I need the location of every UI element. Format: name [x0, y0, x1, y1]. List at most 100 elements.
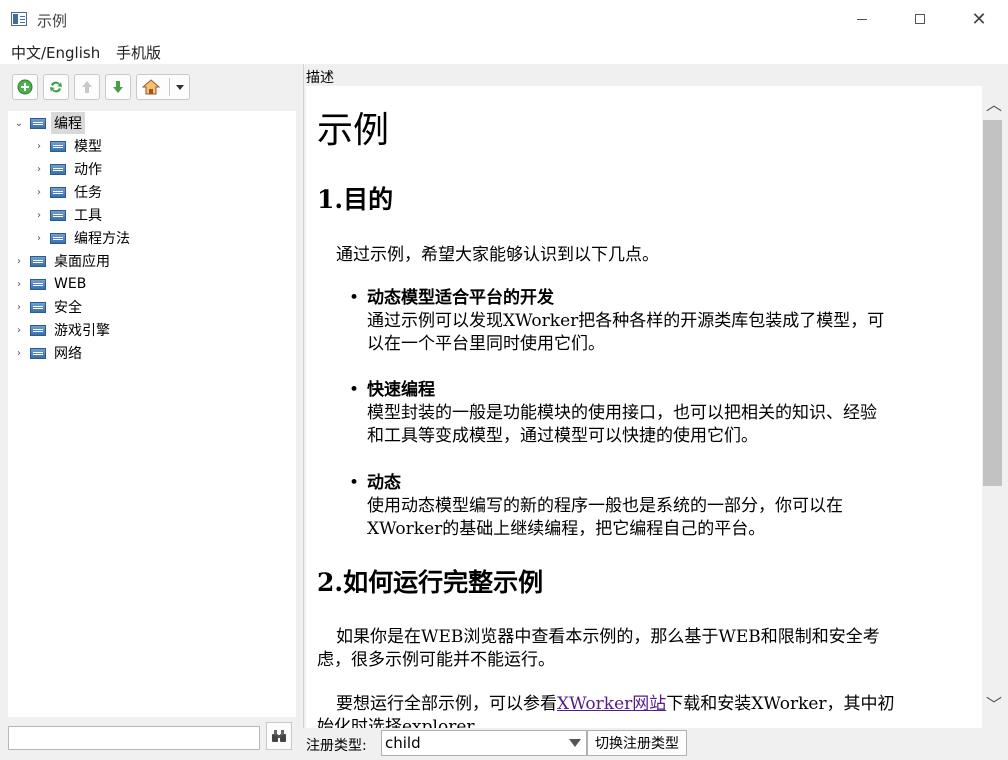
chevron-right-icon[interactable]: ›	[32, 181, 46, 203]
title-bar: 示例 ✕	[0, 0, 1008, 38]
tree-item-label: 任务	[74, 185, 102, 201]
register-type-label: 注册类型:	[306, 738, 367, 754]
html-file-icon	[50, 163, 66, 175]
bullet-item: • 动态 使用动态模型编写的新的程序一般也是系统的一部分，你可以在 XWorke…	[349, 472, 843, 541]
chevron-down-icon[interactable]: ⌄	[12, 112, 26, 134]
move-up-button[interactable]	[74, 74, 100, 100]
document: 示例 1.目的 通过示例，希望大家能够认识到以下几点。 • 动态模型适合平台的开…	[317, 86, 967, 728]
home-button-separator	[169, 78, 170, 96]
chevron-right-icon[interactable]: ›	[32, 204, 46, 226]
html-file-icon	[30, 347, 46, 359]
run-text: 下载和安装XWorker，其中初	[666, 694, 895, 714]
run-paragraph-line: 如果你是在WEB浏览器中查看本示例的，那么基于WEB和限制和安全考	[336, 627, 880, 647]
tree-item-label: 动作	[74, 162, 102, 178]
refresh-button[interactable]	[43, 74, 69, 100]
html-file-icon	[30, 255, 46, 267]
tree-item-label: 工具	[74, 208, 102, 224]
tree-item-label: 游戏引擎	[54, 323, 110, 339]
chevron-right-icon[interactable]: ›	[12, 319, 26, 341]
move-down-button[interactable]	[105, 74, 131, 100]
chevron-right-icon[interactable]: ›	[12, 250, 26, 272]
tree-item[interactable]: › 桌面应用	[12, 250, 113, 272]
bullet-title: 动态模型适合平台的开发	[367, 288, 554, 308]
scroll-down-icon[interactable]: ﹀	[985, 695, 1003, 714]
bullet-text: 通过示例可以发现XWorker把各种各样的开源类库包装成了模型，可	[367, 311, 885, 331]
switch-register-type-button[interactable]: 切换注册类型	[587, 730, 687, 756]
html-file-icon	[30, 278, 46, 290]
bottom-bar: 注册类型: child 切换注册类型	[304, 728, 1008, 760]
tree-item[interactable]: › WEB	[12, 273, 89, 295]
tree-item-root[interactable]: ⌄ 编程	[12, 112, 85, 134]
minimize-button[interactable]	[833, 0, 891, 38]
tree-item[interactable]: › 安全	[12, 296, 85, 318]
tree-item-label: 编程方法	[74, 231, 130, 247]
content-scrollbar[interactable]: ︿ ﹀	[982, 86, 1006, 728]
chevron-down-icon[interactable]	[176, 85, 184, 90]
chevron-right-icon[interactable]: ›	[32, 158, 46, 180]
bullet-title: 快速编程	[367, 380, 435, 400]
chevron-right-icon[interactable]: ›	[32, 227, 46, 249]
tree-item[interactable]: › 网络	[12, 342, 85, 364]
app-icon	[11, 12, 27, 26]
register-type-select[interactable]: child	[381, 730, 587, 756]
description-label: 描述	[306, 70, 334, 86]
bullet-text: XWorker的基础上继续编程，把它编程自己的平台。	[367, 519, 766, 539]
tree-item[interactable]: › 工具	[32, 204, 105, 226]
close-button[interactable]: ✕	[950, 0, 1008, 38]
html-file-icon	[50, 232, 66, 244]
scroll-up-icon[interactable]: ︿	[985, 95, 1003, 114]
tree-item-label: 桌面应用	[54, 254, 110, 270]
bullet-title: 动态	[367, 473, 401, 493]
tree-view[interactable]: ⌄ 编程 › 模型 › 动作 › 任务 › 工具 › 编程方法 › 桌面应用 ›…	[8, 111, 296, 717]
arrow-down-icon	[113, 81, 123, 93]
chevron-right-icon[interactable]: ›	[12, 342, 26, 364]
menu-bar: 中文/English 手机版	[0, 38, 1008, 64]
intro-paragraph: 通过示例，希望大家能够认识到以下几点。	[336, 245, 659, 265]
bullet-icon: •	[349, 380, 360, 400]
search-button[interactable]	[266, 722, 292, 750]
bullet-item: • 快速编程 模型封装的一般是功能模块的使用接口，也可以把相关的知识、经验 和工…	[349, 379, 877, 448]
chevron-right-icon[interactable]: ›	[32, 135, 46, 157]
description-content: 示例 1.目的 通过示例，希望大家能够认识到以下几点。 • 动态模型适合平台的开…	[306, 86, 982, 728]
bullet-text: 以在一个平台里同时使用它们。	[367, 334, 605, 354]
home-button[interactable]	[136, 74, 190, 100]
tree-item[interactable]: › 任务	[32, 181, 105, 203]
xworker-site-link[interactable]: XWorker网站	[557, 694, 666, 714]
tree-item[interactable]: › 模型	[32, 135, 105, 157]
doc-title: 示例	[317, 110, 390, 151]
run-text: 要想运行全部示例，可以参看	[336, 694, 557, 714]
bullet-icon: •	[349, 473, 360, 493]
tree-search-input[interactable]	[8, 726, 260, 750]
html-file-icon	[50, 209, 66, 221]
tree-item[interactable]: › 游戏引擎	[12, 319, 113, 341]
close-icon: ✕	[971, 8, 987, 30]
chevron-right-icon[interactable]: ›	[12, 273, 26, 295]
html-file-icon	[50, 140, 66, 152]
maximize-button[interactable]	[891, 0, 949, 38]
run-paragraph-line: 虑，很多示例可能并不能运行。	[317, 650, 555, 670]
bullet-item: • 动态模型适合平台的开发 通过示例可以发现XWorker把各种各样的开源类库包…	[349, 287, 885, 356]
dropdown-arrow-icon[interactable]	[566, 733, 584, 753]
section-heading-run: 2.如何运行完整示例	[317, 568, 544, 597]
chevron-right-icon[interactable]: ›	[12, 296, 26, 318]
panel-splitter[interactable]	[303, 64, 304, 728]
add-button[interactable]	[12, 74, 38, 100]
run-paragraph-line: 要想运行全部示例，可以参看XWorker网站下载和安装XWorker，其中初	[336, 693, 895, 716]
bullet-text: 使用动态模型编写的新的程序一般也是系统的一部分，你可以在	[367, 496, 843, 516]
tree-item-label: 模型	[74, 139, 102, 155]
html-file-icon	[30, 301, 46, 313]
binoculars-icon	[272, 730, 286, 742]
tree-item[interactable]: › 动作	[32, 158, 105, 180]
menu-language[interactable]: 中文/English	[11, 42, 100, 63]
scrollbar-thumb[interactable]	[983, 120, 1002, 486]
bullet-icon: •	[349, 288, 360, 308]
menu-mobile[interactable]: 手机版	[116, 42, 161, 63]
run-paragraph-line: 始化时选择explorer。	[317, 717, 492, 728]
html-file-icon	[30, 117, 46, 129]
arrow-up-icon	[82, 81, 92, 93]
html-file-icon	[30, 324, 46, 336]
tree-item[interactable]: › 编程方法	[32, 227, 133, 249]
html-file-icon	[50, 186, 66, 198]
minimize-icon	[857, 18, 867, 20]
register-type-value: child	[385, 734, 421, 752]
